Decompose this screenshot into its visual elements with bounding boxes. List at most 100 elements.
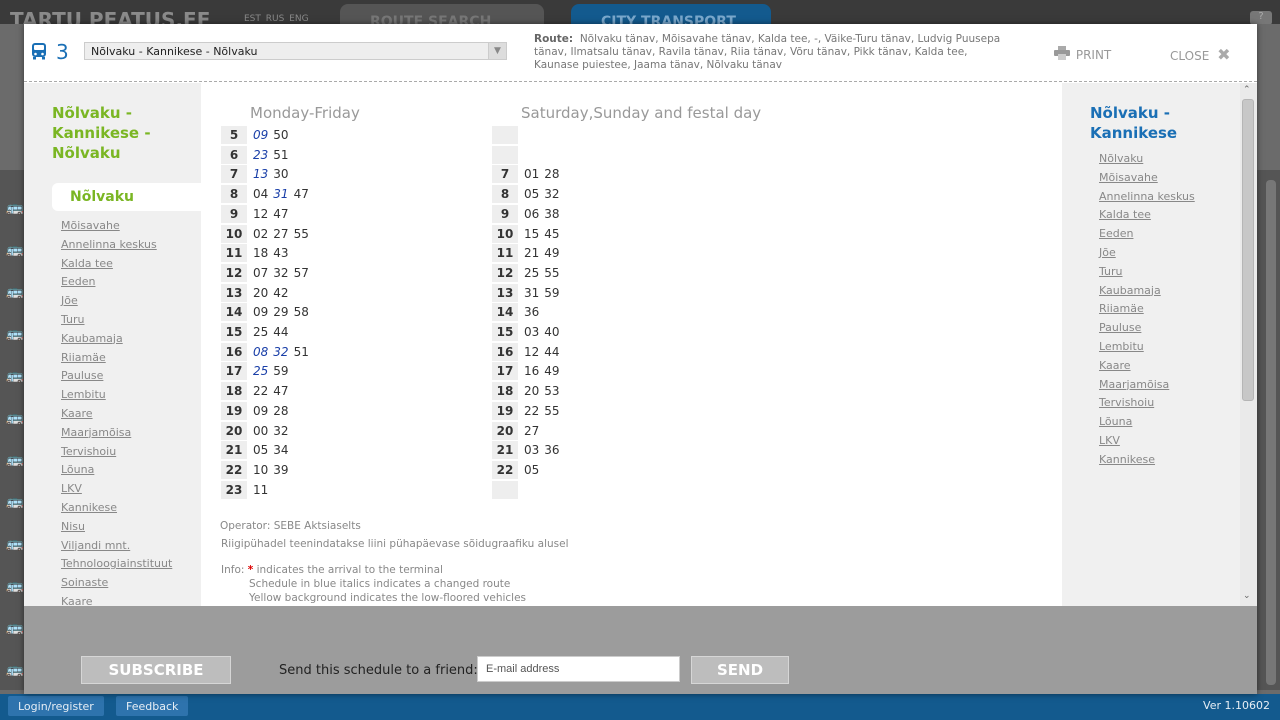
stop-link[interactable]: Tehnoloogiainstituut: [61, 555, 172, 574]
stop-link[interactable]: Kaare: [1099, 357, 1195, 376]
stop-link[interactable]: Lembitu: [1099, 338, 1195, 357]
send-button[interactable]: SEND: [691, 656, 789, 684]
stop-link[interactable]: Turu: [61, 311, 172, 330]
info-label: Info:: [221, 564, 245, 576]
stop-link[interactable]: Kalda tee: [61, 255, 172, 274]
stop-link[interactable]: Viljandi mnt.: [61, 537, 172, 556]
stop-link[interactable]: Annelinna keskus: [61, 236, 172, 255]
chevron-down-icon[interactable]: ▼: [488, 43, 506, 59]
stop-link[interactable]: Eeden: [61, 273, 172, 292]
schedule-hour: 22: [492, 460, 518, 479]
stop-link[interactable]: Nisu: [61, 518, 172, 537]
bus-icon: 🚌: [6, 242, 24, 258]
stop-link[interactable]: Kaubamaja: [61, 330, 172, 349]
departure-minute: 16: [524, 364, 540, 379]
schedule-hour: 16: [492, 342, 518, 361]
stop-link[interactable]: Mõisavahe: [61, 217, 172, 236]
stop-link[interactable]: Kaare: [61, 405, 172, 424]
print-button[interactable]: PRINT: [1054, 46, 1111, 62]
departure-minute: 22: [524, 403, 540, 418]
departure-minute: 58: [293, 305, 309, 320]
close-label: CLOSE: [1170, 49, 1210, 63]
info-changed-route: Schedule in blue italics indicates a cha…: [249, 578, 511, 590]
departure-minute: 45: [544, 226, 560, 241]
active-stop[interactable]: Nõlvaku: [52, 183, 201, 211]
stop-link[interactable]: Pauluse: [1099, 319, 1195, 338]
stop-link[interactable]: Lõuna: [1099, 413, 1195, 432]
left-route-title: Nõlvaku - Kannikese - Nõlvaku: [52, 104, 151, 162]
bus-icon: 🚌: [6, 284, 24, 300]
stop-link[interactable]: Kalda tee: [1099, 206, 1195, 225]
stop-link[interactable]: Nõlvaku: [1099, 150, 1195, 169]
stop-link[interactable]: Pauluse: [61, 367, 172, 386]
departure-minute: 59: [544, 285, 560, 300]
stop-link[interactable]: Maarjamõisa: [1099, 376, 1195, 395]
holiday-note: Riigipühadel teenindatakse liini pühapäe…: [221, 538, 569, 550]
departure-minute: 34: [273, 443, 289, 458]
departure-minute: 28: [273, 403, 289, 418]
departure-minute: 31: [273, 187, 289, 202]
modal-header: 3 Nõlvaku - Kannikese - Nõlvaku ▼ Route:…: [24, 24, 1257, 82]
departure-minute: 59: [273, 364, 289, 379]
site-logo: TARTU PEATUS.EE: [10, 8, 211, 24]
stop-link[interactable]: LKV: [1099, 432, 1195, 451]
stop-link[interactable]: Kannikese: [61, 499, 172, 518]
departure-minute: 47: [273, 384, 289, 399]
scroll-up-icon[interactable]: ⌃: [1243, 85, 1251, 95]
email-input[interactable]: [477, 656, 680, 682]
operator-text: Operator: SEBE Aktsiaselts: [220, 520, 361, 532]
subscribe-button[interactable]: SUBSCRIBE: [81, 656, 231, 684]
bus-icon: 🚌: [6, 620, 24, 636]
bus-icon: 🚌: [6, 494, 24, 510]
schedule-minutes: 09 29 58: [253, 303, 314, 321]
schedule-minutes: 23 51: [253, 146, 294, 164]
stop-link[interactable]: Kaare: [61, 593, 172, 606]
departure-minute: 53: [544, 384, 560, 399]
modal-scrollbar[interactable]: ⌃ ⌄: [1240, 83, 1257, 606]
login-register-button[interactable]: Login/register: [8, 696, 104, 716]
schedule-minutes: 11: [253, 481, 273, 499]
stop-link[interactable]: Lõuna: [61, 461, 172, 480]
schedule-hour: 23: [221, 480, 247, 499]
schedule-minutes: 05 32: [524, 185, 565, 203]
stop-link[interactable]: Jõe: [61, 292, 172, 311]
route-select[interactable]: Nõlvaku - Kannikese - Nõlvaku ▼: [84, 42, 507, 60]
route-label: Route:: [534, 33, 574, 45]
schedule-hour: 15: [221, 323, 247, 341]
background-scrollbar[interactable]: [1266, 180, 1276, 685]
route-streets: Nõlvaku tänav, Mõisavahe tänav, Kalda te…: [534, 33, 1001, 71]
stop-link[interactable]: Kaubamaja: [1099, 282, 1195, 301]
language-switcher: EST RUS ENG: [244, 14, 309, 24]
scrollbar-thumb[interactable]: [1242, 99, 1254, 401]
stop-link[interactable]: Soinaste: [61, 574, 172, 593]
stop-link[interactable]: Tervishoiu: [61, 443, 172, 462]
stop-link[interactable]: Tervishoiu: [1099, 394, 1195, 413]
departure-minute: 32: [273, 265, 289, 280]
stop-link[interactable]: Mõisavahe: [1099, 169, 1195, 188]
stop-link[interactable]: Lembitu: [61, 386, 172, 405]
stop-link[interactable]: Eeden: [1099, 225, 1195, 244]
stop-link[interactable]: Maarjamõisa: [61, 424, 172, 443]
schedule-minutes: 22 47: [253, 382, 294, 400]
stop-link[interactable]: Turu: [1099, 263, 1195, 282]
departure-minute: 11: [253, 482, 269, 497]
schedule-minutes: 00 32: [253, 422, 294, 440]
departure-minute: 55: [544, 265, 560, 280]
send-to-friend-label: Send this schedule to a friend:: [279, 663, 478, 678]
stop-link[interactable]: Riiamäe: [1099, 300, 1195, 319]
departure-minute: 12: [524, 344, 540, 359]
stop-link[interactable]: LKV: [61, 480, 172, 499]
scroll-down-icon[interactable]: ⌄: [1243, 591, 1251, 601]
schedule-hour: 22: [221, 460, 247, 479]
close-button[interactable]: CLOSE ✖: [1170, 45, 1231, 64]
stop-link[interactable]: Jõe: [1099, 244, 1195, 263]
stop-link[interactable]: Riiamäe: [61, 349, 172, 368]
departure-minute: 04: [253, 187, 269, 202]
departure-minute: 09: [253, 128, 269, 142]
departure-minute: 47: [273, 206, 289, 221]
departure-minute: 02: [253, 226, 269, 241]
print-label: PRINT: [1075, 48, 1112, 62]
stop-link[interactable]: Annelinna keskus: [1099, 188, 1195, 207]
feedback-button[interactable]: Feedback: [116, 696, 189, 716]
stop-link[interactable]: Kannikese: [1099, 451, 1195, 470]
